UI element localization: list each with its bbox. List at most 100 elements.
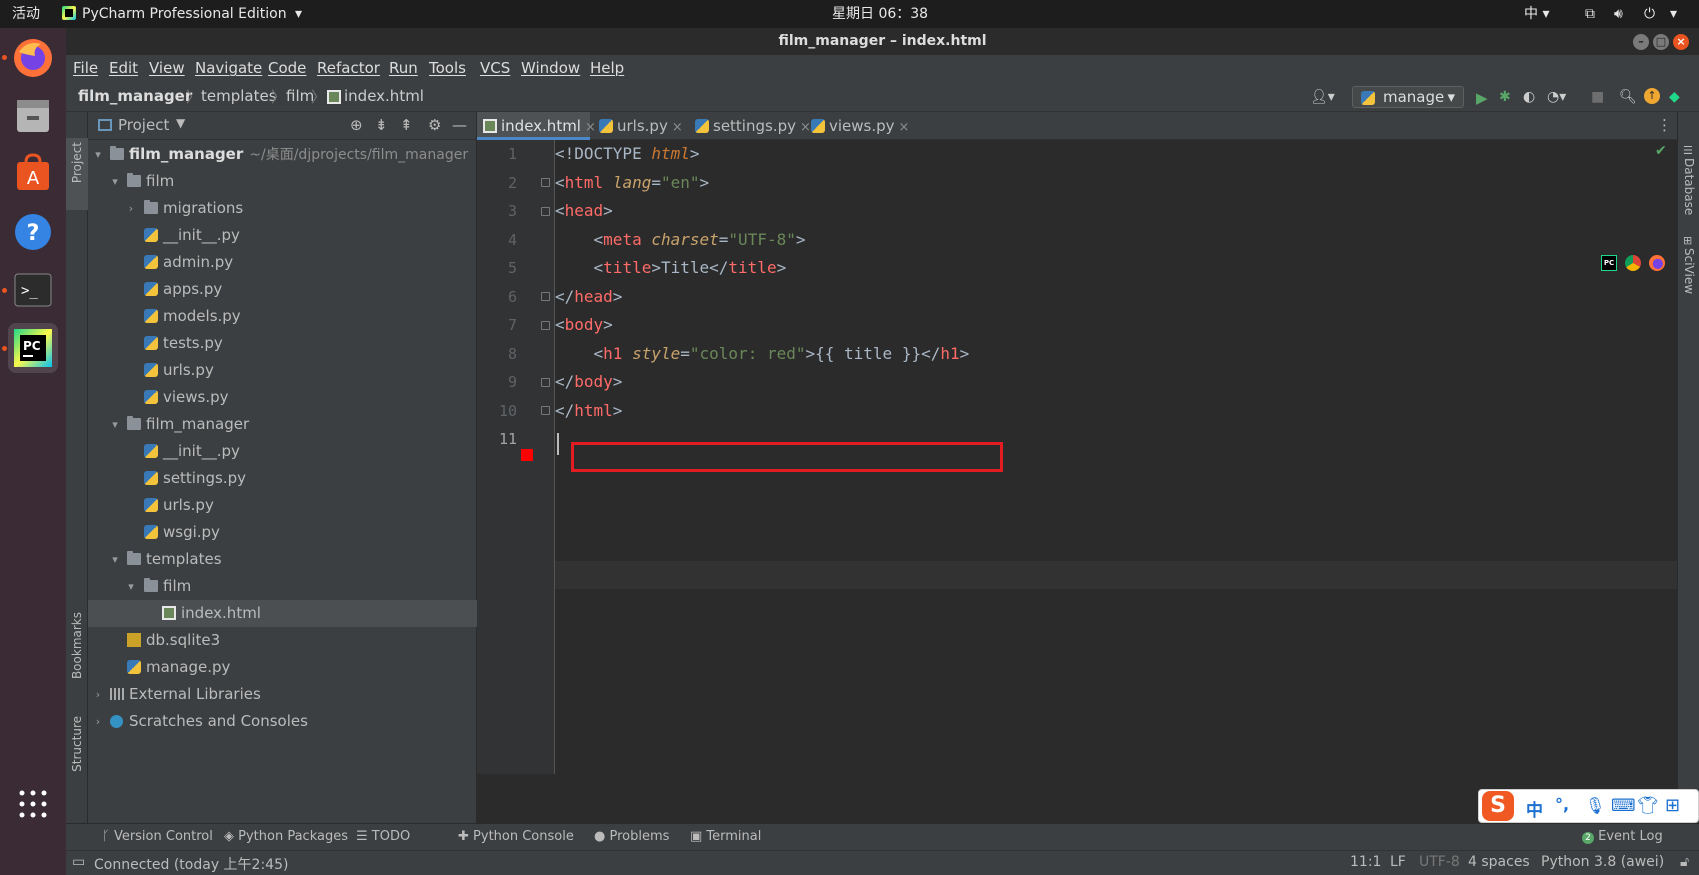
database-tool-tab[interactable]: Database bbox=[1682, 158, 1696, 215]
menu-file[interactable]: File bbox=[73, 59, 98, 77]
tab-views-py[interactable]: views.py × bbox=[805, 112, 915, 140]
window-titlebar[interactable]: film_manager – index.html – □ × bbox=[66, 28, 1699, 55]
show-apps-icon[interactable] bbox=[17, 788, 49, 820]
menu-view[interactable]: View bbox=[149, 59, 185, 77]
python-console-tab[interactable]: ✚ Python Console bbox=[458, 829, 574, 844]
connection-status-icon[interactable]: ▭ bbox=[72, 854, 85, 870]
tree-row-migrations[interactable]: › migrations bbox=[88, 195, 477, 222]
code-line-9[interactable]: </body> bbox=[555, 368, 622, 396]
chevron-down-icon[interactable]: ▾ bbox=[108, 411, 122, 438]
close-button[interactable]: × bbox=[1673, 34, 1689, 50]
tree-row-pkg-urls[interactable]: urls.py bbox=[88, 492, 477, 519]
tree-row-templates-film[interactable]: ▾ film bbox=[88, 573, 477, 600]
fold-icon[interactable] bbox=[541, 207, 550, 216]
no-problems-check-icon[interactable]: ✔ bbox=[1655, 143, 1667, 159]
debug-icon[interactable]: ✱ bbox=[1499, 89, 1511, 105]
tree-row-manage[interactable]: manage.py bbox=[88, 654, 477, 681]
tree-row-film-urls[interactable]: urls.py bbox=[88, 357, 477, 384]
project-panel-title[interactable]: Project bbox=[118, 116, 169, 134]
menu-refactor[interactable]: Refactor bbox=[317, 59, 380, 77]
tab-settings-py[interactable]: settings.py × bbox=[689, 112, 811, 140]
code-line-4[interactable]: <meta charset="UTF-8"> bbox=[555, 226, 806, 254]
microphone-icon[interactable]: 🎙︎ bbox=[1585, 796, 1605, 815]
event-log-tab[interactable]: 2 Event Log bbox=[1582, 829, 1663, 844]
chevron-right-icon[interactable]: › bbox=[124, 195, 138, 222]
indent-setting[interactable]: 4 spaces bbox=[1468, 854, 1530, 870]
firefox-icon[interactable] bbox=[8, 33, 58, 83]
code-line-5[interactable]: <title>Title</title> bbox=[555, 254, 787, 282]
tree-row-project-root[interactable]: ▾ film_manager ~/桌面/djprojects/film_manag… bbox=[88, 141, 477, 168]
code-line-2[interactable]: <html lang="en"> bbox=[555, 169, 709, 197]
run-icon[interactable]: ▶ bbox=[1476, 89, 1488, 107]
breadcrumb-templates[interactable]: templates bbox=[201, 87, 277, 105]
expand-all-icon[interactable]: ⇟ bbox=[375, 116, 388, 134]
profile-icon[interactable]: ◔▾ bbox=[1547, 89, 1566, 105]
tree-row-pkg-init[interactable]: __init__.py bbox=[88, 438, 477, 465]
chevron-down-icon[interactable]: ▾ bbox=[108, 546, 122, 573]
chevron-down-icon[interactable]: ▾ bbox=[91, 141, 105, 168]
ime-lang-toggle[interactable]: 中 bbox=[1526, 796, 1543, 821]
power-icon[interactable]: ⏻ bbox=[1644, 0, 1655, 28]
tree-row-apps[interactable]: apps.py bbox=[88, 276, 477, 303]
locate-icon[interactable]: ⊕ bbox=[350, 116, 363, 134]
search-icon[interactable]: 🔍︎ bbox=[1619, 89, 1637, 105]
python-packages-tab[interactable]: ◈ Python Packages bbox=[224, 829, 348, 844]
menu-tools[interactable]: Tools bbox=[429, 59, 466, 77]
chevron-down-icon[interactable]: ▾ bbox=[108, 168, 122, 195]
tree-row-db[interactable]: db.sqlite3 bbox=[88, 627, 477, 654]
maximize-button[interactable]: □ bbox=[1653, 34, 1669, 50]
code-line-6[interactable]: </head> bbox=[555, 283, 622, 311]
fold-icon[interactable] bbox=[541, 321, 550, 330]
chevron-down-icon[interactable]: ▼ bbox=[176, 116, 185, 130]
menu-code[interactable]: Code bbox=[268, 59, 306, 77]
menu-edit[interactable]: Edit bbox=[109, 59, 138, 77]
files-icon[interactable] bbox=[8, 91, 58, 141]
chrome-icon[interactable] bbox=[1625, 255, 1641, 271]
tree-row-scratches[interactable]: › Scratches and Consoles bbox=[88, 708, 477, 735]
fold-icon[interactable] bbox=[541, 378, 550, 387]
minimize-button[interactable]: – bbox=[1633, 34, 1649, 50]
breadcrumb-file[interactable]: index.html bbox=[344, 87, 424, 105]
tree-row-film-init[interactable]: __init__.py bbox=[88, 222, 477, 249]
todo-tab[interactable]: ☰ TODO bbox=[356, 829, 410, 844]
tree-row-wsgi[interactable]: wsgi.py bbox=[88, 519, 477, 546]
menu-run[interactable]: Run bbox=[389, 59, 418, 77]
coverage-icon[interactable]: ◐ bbox=[1523, 89, 1535, 105]
tree-row-film[interactable]: ▾ film bbox=[88, 168, 477, 195]
ime-punct-toggle[interactable]: °, bbox=[1555, 795, 1569, 814]
tab-urls-py[interactable]: urls.py × bbox=[593, 112, 689, 140]
pycharm-browser-icon[interactable]: PC bbox=[1601, 255, 1617, 271]
run-config-selector[interactable]: manage ▾ bbox=[1352, 86, 1464, 108]
chevron-down-icon[interactable]: ▾ bbox=[124, 573, 138, 600]
fold-icon[interactable] bbox=[541, 406, 550, 415]
file-encoding[interactable]: UTF-8 bbox=[1419, 854, 1460, 870]
tree-row-tests[interactable]: tests.py bbox=[88, 330, 477, 357]
jetbrains-icon[interactable]: ◆ bbox=[1669, 89, 1680, 105]
tree-row-film-manager-pkg[interactable]: ▾ film_manager bbox=[88, 411, 477, 438]
sciview-tool-tab[interactable]: SciView bbox=[1682, 248, 1696, 294]
skin-icon[interactable]: 👕︎ bbox=[1637, 796, 1659, 816]
breadcrumb-film[interactable]: film bbox=[286, 87, 314, 105]
fold-icon[interactable] bbox=[541, 178, 550, 187]
chevron-right-icon[interactable]: › bbox=[91, 681, 105, 708]
pycharm-dock-icon[interactable]: PC bbox=[8, 323, 58, 373]
activities-button[interactable]: 活动 bbox=[12, 0, 40, 28]
menu-help[interactable]: Help bbox=[590, 59, 624, 77]
code-line-8[interactable]: <h1 style="color: red">{{ title }}</h1> bbox=[555, 340, 970, 368]
gear-icon[interactable]: ⚙ bbox=[428, 116, 441, 134]
tree-row-views[interactable]: views.py bbox=[88, 384, 477, 411]
collapse-all-icon[interactable]: ⇞ bbox=[400, 116, 413, 134]
terminal-tab[interactable]: ▣ Terminal bbox=[690, 829, 761, 844]
input-method-indicator[interactable]: 中 ▾ bbox=[1524, 0, 1549, 28]
hide-icon[interactable]: — bbox=[452, 116, 467, 134]
app-menu[interactable]: PyCharm Professional Edition ▾ bbox=[62, 0, 302, 28]
cursor-position[interactable]: 11:1 bbox=[1350, 854, 1381, 870]
breadcrumb-project[interactable]: film_manager bbox=[78, 87, 192, 105]
problems-tab[interactable]: ● Problems bbox=[594, 829, 669, 844]
toolbox-icon[interactable]: ⊞ bbox=[1665, 795, 1680, 816]
close-icon[interactable]: × bbox=[899, 120, 910, 135]
code-line-3[interactable]: <head> bbox=[555, 197, 613, 225]
tree-row-external-libraries[interactable]: › External Libraries bbox=[88, 681, 477, 708]
software-store-icon[interactable]: A bbox=[8, 149, 58, 199]
code-line-7[interactable]: <body> bbox=[555, 311, 613, 339]
